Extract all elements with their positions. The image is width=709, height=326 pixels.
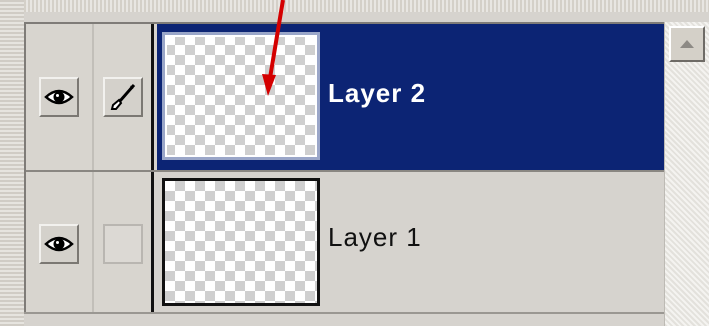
scroll-up-button[interactable] — [669, 26, 705, 62]
panel-bottom-edge — [24, 312, 664, 326]
brush-toggle-empty[interactable] — [102, 224, 143, 264]
visibility-cell[interactable] — [26, 172, 94, 316]
paintbrush-icon — [110, 84, 135, 110]
visibility-cell[interactable] — [26, 24, 94, 170]
triangle-up-icon — [680, 40, 694, 48]
panel-top-edge — [0, 0, 709, 12]
layer-row-layer-2[interactable]: Layer 2 — [26, 24, 664, 170]
panel-left-edge — [0, 0, 24, 326]
link-brush-cell[interactable] — [94, 172, 154, 316]
layers-panel: Layer 2 Layer 1 — [24, 22, 664, 316]
vertical-scrollbar[interactable] — [664, 22, 709, 326]
visibility-toggle[interactable] — [39, 77, 79, 117]
layer-row-layer-1[interactable]: Layer 1 — [26, 172, 664, 316]
eye-icon — [44, 236, 74, 252]
eye-icon — [44, 89, 74, 105]
layer-name-label[interactable]: Layer 1 — [328, 222, 422, 253]
link-brush-cell[interactable] — [94, 24, 154, 170]
brush-toggle[interactable] — [102, 77, 143, 117]
visibility-toggle[interactable] — [39, 224, 79, 264]
layer-name-label[interactable]: Layer 2 — [328, 78, 426, 109]
layer-thumbnail[interactable] — [162, 32, 320, 160]
layer-thumbnail[interactable] — [162, 178, 320, 306]
